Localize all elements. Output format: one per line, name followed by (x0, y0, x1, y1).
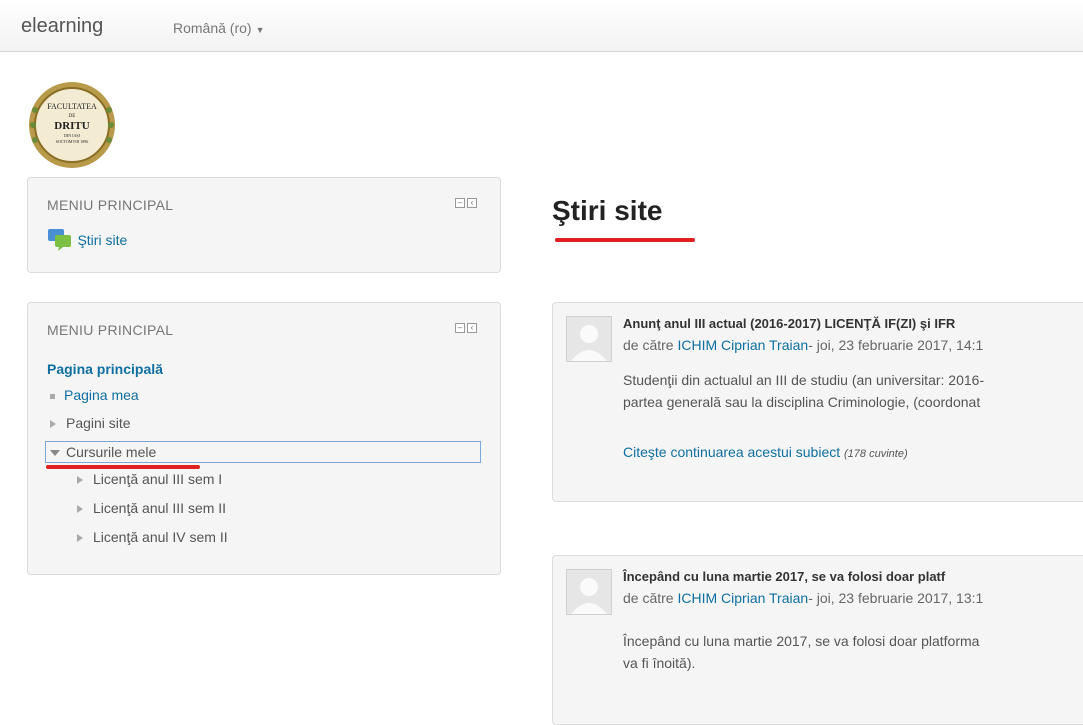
dock-icon[interactable]: ‹ (467, 198, 477, 208)
logo-text-3: DRITU (54, 120, 90, 132)
avatar[interactable] (566, 569, 612, 615)
post-meta: de către ICHIM Ciprian Traian- joi, 23 f… (623, 337, 983, 353)
course-label: Licenţă anul IV sem II (93, 529, 228, 545)
post-date: - joi, 23 februarie 2017, 14:1 (808, 337, 984, 353)
top-navbar: elearning Română (ro) ▼ (0, 0, 1083, 52)
main-menu-block-1: MENIU PRINCIPAL – ‹ Ştiri site (27, 177, 501, 273)
block-controls: – ‹ (455, 198, 477, 208)
author-link[interactable]: ICHIM Ciprian Traian (677, 337, 808, 353)
logo-text-4: DIN IAȘI (64, 133, 81, 138)
logo-text-1: FACULTATEA (47, 102, 97, 111)
annotation-underline (46, 465, 200, 469)
logo-text-2: DE (69, 114, 76, 119)
post-text-line: partea generală sau la disciplina Crimin… (623, 394, 981, 410)
course-item[interactable]: Licenţă anul III sem I (77, 471, 222, 487)
home-link[interactable]: Pagina principală (47, 361, 163, 377)
post-subject: Începând cu luna martie 2017, se va folo… (623, 569, 946, 584)
post-body: Studenţii din actualul an III de studiu … (623, 369, 984, 413)
news-link-label: Ştiri site (77, 232, 128, 248)
block-title: MENIU PRINCIPAL (47, 322, 174, 338)
logo-text-5: SOCTOMVIII 1896 (56, 139, 88, 144)
nav-item-my-page[interactable]: Pagina mea (50, 387, 139, 403)
nav-item-label: Pagina mea (64, 387, 139, 403)
post-meta: de către ICHIM Ciprian Traian- joi, 23 f… (623, 590, 983, 606)
user-placeholder-icon (571, 325, 607, 361)
read-more-link[interactable]: Citeşte continuarea acestui subiect (623, 444, 840, 460)
nav-item-label: Pagini site (66, 415, 131, 431)
nav-item-site-pages[interactable]: Pagini site (50, 415, 131, 431)
expand-arrow-icon (77, 476, 83, 485)
course-label: Licenţă anul III sem I (93, 471, 223, 487)
collapse-arrow-icon (50, 450, 60, 457)
square-bullet-icon (50, 393, 55, 399)
collapse-icon[interactable]: – (455, 323, 465, 333)
main-menu-block-2: MENIU PRINCIPAL – ‹ Pagina principală Pa… (27, 302, 501, 575)
nav-item-my-courses[interactable]: Cursurile mele (45, 441, 481, 463)
forum-post: Începând cu luna martie 2017, se va folo… (552, 555, 1083, 725)
site-brand[interactable]: elearning (21, 15, 103, 38)
course-item[interactable]: Licenţă anul IV sem II (77, 529, 228, 545)
avatar[interactable] (566, 316, 612, 362)
collapse-icon[interactable]: – (455, 198, 465, 208)
post-body: Începând cu luna martie 2017, se va folo… (623, 630, 979, 674)
language-menu[interactable]: Română (ro) ▼ (173, 20, 265, 36)
expand-arrow-icon (77, 505, 83, 514)
post-date: - joi, 23 februarie 2017, 13:1 (808, 590, 984, 606)
faculty-logo[interactable]: FACULTATEA DE DRITU DIN IAȘI SOCTOMVIII … (25, 80, 120, 170)
post-text-line: va fi înoită). (623, 655, 696, 671)
block-controls: – ‹ (455, 323, 477, 333)
annotation-underline (555, 238, 695, 242)
post-by: de către (623, 337, 674, 353)
forum-icon (48, 229, 71, 251)
caret-down-icon: ▼ (255, 25, 265, 35)
word-count: (178 cuvinte) (844, 448, 908, 460)
post-text-line: Începând cu luna martie 2017, se va folo… (623, 633, 980, 649)
page-title: Ştiri site (552, 195, 663, 226)
dock-icon[interactable]: ‹ (467, 323, 477, 333)
read-more: Citeşte continuarea acestui subiect (178… (623, 444, 908, 460)
forum-post: Anunţ anul III actual (2016-2017) LICENŢ… (552, 302, 1083, 502)
news-link[interactable]: Ştiri site (47, 228, 127, 252)
expand-arrow-icon (77, 534, 83, 543)
post-by: de către (623, 590, 674, 606)
course-label: Licenţă anul III sem II (93, 500, 227, 516)
user-placeholder-icon (571, 578, 607, 614)
author-link[interactable]: ICHIM Ciprian Traian (677, 590, 808, 606)
language-label: Română (ro) (173, 20, 252, 36)
post-subject: Anunţ anul III actual (2016-2017) LICENŢ… (623, 316, 956, 331)
course-item[interactable]: Licenţă anul III sem II (77, 500, 226, 516)
expand-arrow-icon (50, 420, 56, 429)
post-text-line: Studenţii din actualul an III de studiu … (623, 372, 985, 388)
block-title: MENIU PRINCIPAL (47, 197, 174, 213)
nav-item-label: Cursurile mele (66, 444, 157, 460)
